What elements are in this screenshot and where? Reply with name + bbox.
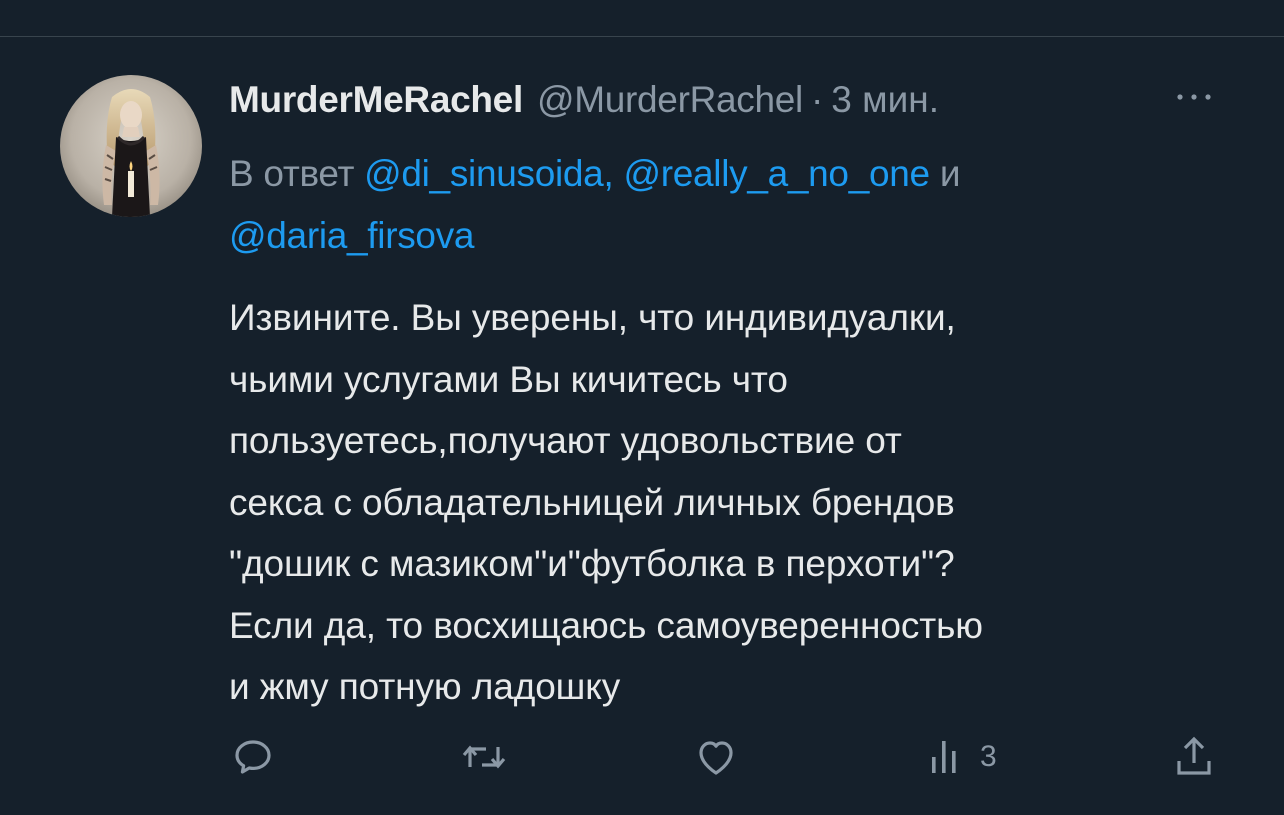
tweet-text-line: Если да, то восхищаюсь самоуверенностью bbox=[229, 604, 983, 646]
avatar-image bbox=[60, 75, 202, 217]
views-button[interactable]: 3 bbox=[926, 727, 997, 787]
retweet-icon bbox=[462, 745, 506, 769]
tweet-text-line: и жму потную ладошку bbox=[229, 666, 621, 707]
tweet-text: Извините. Вы уверены, что индивидуалки, … bbox=[229, 287, 1239, 718]
tweet-text-line: чьими услугами Вы кичитесь что bbox=[229, 358, 788, 400]
reply-button[interactable] bbox=[229, 727, 277, 787]
replying-to: В ответ @di_sinusoida, @really_a_no_one … bbox=[229, 143, 1189, 267]
mention-link[interactable]: @daria_firsova bbox=[229, 215, 475, 256]
retweet-button[interactable] bbox=[458, 727, 510, 787]
share-icon bbox=[1177, 736, 1211, 775]
reply-bubble-icon bbox=[235, 740, 271, 774]
tweet-text-line: Извините. Вы уверены, что индивидуалки, bbox=[229, 297, 956, 338]
avatar[interactable] bbox=[60, 75, 202, 217]
reply-prefix: В ответ bbox=[229, 153, 355, 194]
mention-link[interactable]: @really_a_no_one bbox=[623, 153, 930, 194]
tweet-text-line: пользуетесь,получают удовольствие от bbox=[229, 420, 902, 461]
tweet-header: MurderMeRachel @MurderRachel · 3 мин. bbox=[229, 79, 939, 123]
separator-dot: · bbox=[810, 79, 824, 120]
tweet-text-line: секса с обладательницей личных брендов bbox=[229, 481, 955, 523]
share-button[interactable] bbox=[1170, 727, 1218, 787]
tweet[interactable]: MurderMeRachel @MurderRachel · 3 мин. В … bbox=[0, 37, 1284, 815]
reply-and: и bbox=[939, 153, 961, 194]
views-count: 3 bbox=[980, 740, 997, 773]
timestamp[interactable]: 3 мин. bbox=[831, 79, 939, 121]
display-name[interactable]: MurderMeRachel bbox=[229, 79, 523, 121]
like-button[interactable] bbox=[692, 727, 740, 787]
more-dots-icon bbox=[1177, 94, 1211, 100]
tweet-text-line: "дошик с мазиком"и"футболка в перхоти"? bbox=[229, 543, 955, 584]
views-bars-icon bbox=[932, 741, 956, 773]
heart-icon bbox=[699, 741, 733, 775]
more-options-button[interactable] bbox=[1170, 87, 1218, 107]
mention-link[interactable]: @di_sinusoida, bbox=[364, 153, 614, 194]
user-handle[interactable]: @MurderRachel bbox=[537, 79, 803, 121]
action-bar: 3 bbox=[0, 727, 1284, 787]
